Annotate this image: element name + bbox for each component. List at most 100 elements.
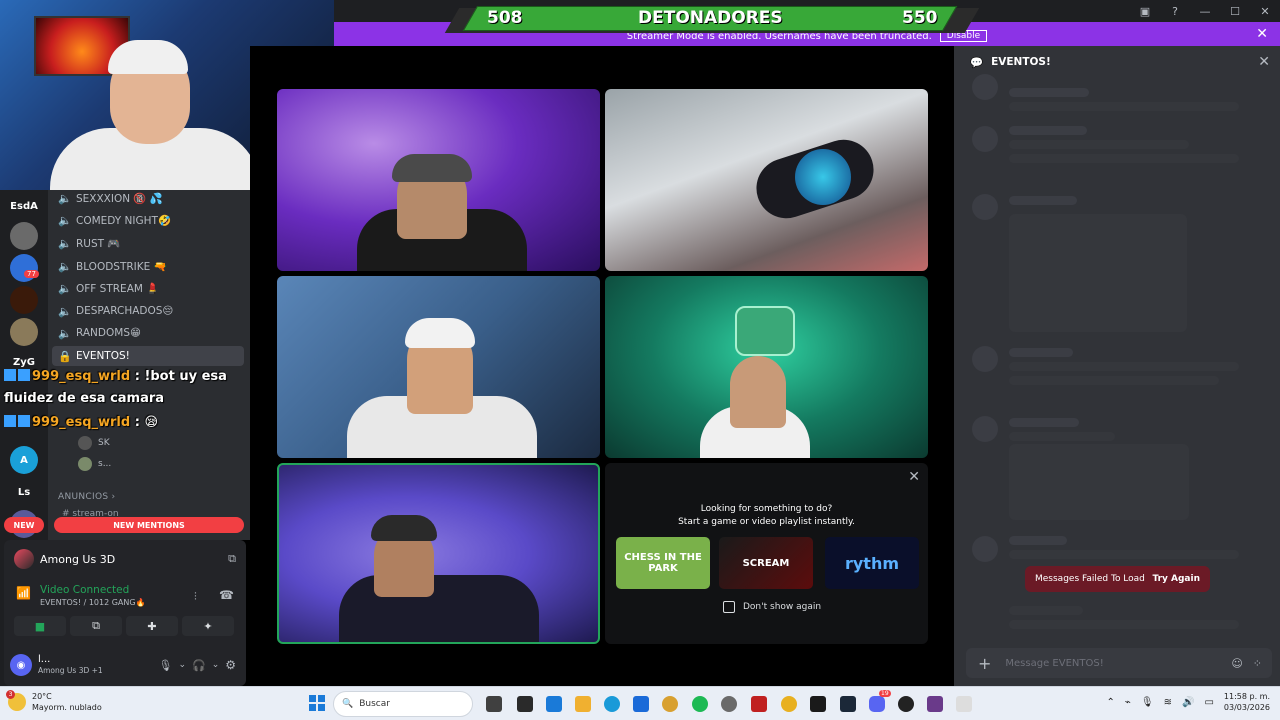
voice-panel: Among Us 3D ⧉ 📶 Video Connected EVENTOS!… bbox=[4, 540, 246, 686]
maximize-button[interactable]: ☐ bbox=[1220, 0, 1250, 22]
chat-message: fluidez de esa camara bbox=[4, 391, 164, 406]
game-card-rythm[interactable]: rythm bbox=[825, 537, 919, 589]
emoji-icon[interactable]: ☺ bbox=[1231, 657, 1242, 670]
network-icon[interactable]: ⌁ bbox=[1125, 697, 1131, 708]
mic-icon[interactable]: 🎙 bbox=[158, 659, 172, 672]
voice-member[interactable]: SK bbox=[78, 434, 110, 452]
badge-icon bbox=[18, 369, 30, 381]
guild-avatar-1[interactable] bbox=[10, 222, 38, 250]
wifi-icon[interactable]: ≋ bbox=[1164, 697, 1172, 708]
banner-close-icon[interactable]: ✕ bbox=[1256, 26, 1268, 42]
terminal-icon[interactable] bbox=[810, 696, 826, 712]
video-tile-3[interactable] bbox=[277, 276, 600, 458]
system-tray: ⌃ ⌁ 🎙 ≋ 🔊 ▭ 11:58 p. m. 03/03/2026 bbox=[1106, 691, 1270, 713]
activity-settings-icon[interactable]: ⧉ bbox=[228, 552, 236, 566]
channel-sexxxion[interactable]: 🔈 SEXXXION 🔞 💦 bbox=[58, 188, 163, 208]
app-icon[interactable] bbox=[956, 696, 972, 712]
discord-icon[interactable] bbox=[869, 696, 885, 712]
dont-show-checkbox[interactable]: Don't show again bbox=[723, 601, 821, 613]
spotify-icon[interactable] bbox=[692, 696, 708, 712]
voice-member[interactable]: s... bbox=[78, 455, 111, 473]
participant-cap bbox=[405, 318, 475, 348]
voice-member-name: s... bbox=[98, 459, 112, 469]
clock[interactable]: 11:58 p. m. 03/03/2026 bbox=[1224, 691, 1270, 713]
chat-username: 999_esq_wrld bbox=[32, 415, 131, 430]
noise-suppression-icon[interactable]: ⫶ bbox=[194, 590, 197, 604]
chevron-down-icon[interactable]: ⌄ bbox=[178, 660, 186, 670]
channel-randoms[interactable]: 🔈 RANDOMS😁 bbox=[58, 323, 141, 343]
disconnect-icon[interactable]: ☎ bbox=[219, 588, 234, 602]
activities-button[interactable]: ✚ bbox=[126, 616, 178, 636]
video-tile-5-speaking[interactable] bbox=[277, 463, 600, 644]
steam-icon[interactable] bbox=[840, 696, 856, 712]
user-info[interactable]: l... Among Us 3D +1 bbox=[38, 654, 103, 676]
screen-share-button[interactable]: ⧉ bbox=[70, 616, 122, 636]
game-card-chess[interactable]: CHESS IN THE PARK bbox=[616, 537, 710, 589]
battery-icon[interactable]: ▭ bbox=[1204, 697, 1213, 708]
chat-title: EVENTOS! bbox=[991, 56, 1051, 68]
channel-rust[interactable]: 🔈 RUST 🎮 bbox=[58, 233, 120, 253]
message-input[interactable]: + Message EVENTOS! ☺ ⁘ bbox=[966, 648, 1272, 678]
channel-bloodstrike[interactable]: 🔈 BLOODSTRIKE 🔫 bbox=[58, 256, 167, 276]
store-icon[interactable] bbox=[633, 696, 649, 712]
minimize-button[interactable]: — bbox=[1190, 0, 1220, 22]
guild-ls[interactable]: Ls bbox=[10, 478, 38, 506]
voice-channel-info[interactable]: EVENTOS! / 1012 GANG🔥 bbox=[40, 598, 146, 607]
video-tile-1[interactable] bbox=[277, 89, 600, 271]
gear-icon[interactable]: ⚙ bbox=[225, 658, 240, 672]
volume-icon[interactable]: 🔊 bbox=[1182, 697, 1194, 708]
guild-avatar-a[interactable]: A bbox=[10, 446, 38, 474]
soundboard-button[interactable]: ✦ bbox=[182, 616, 234, 636]
taskbar-search[interactable]: 🔍 Buscar bbox=[333, 691, 473, 717]
channel-off-stream[interactable]: 🔈 OFF STREAM 💄 bbox=[58, 278, 159, 298]
signal-icon: 📶 bbox=[16, 586, 31, 600]
close-icon[interactable]: ✕ bbox=[1258, 54, 1270, 70]
app-icon[interactable] bbox=[898, 696, 914, 712]
close-icon[interactable]: ✕ bbox=[908, 469, 920, 485]
channel-comedy-night[interactable]: 🔈 COMEDY NIGHT🤣 bbox=[58, 210, 171, 230]
weather-widget[interactable]: 3 20°C Mayorm. nublado bbox=[6, 690, 102, 713]
user-avatar[interactable]: ◉ bbox=[10, 654, 32, 676]
game-name: Among Us 3D bbox=[40, 552, 116, 566]
video-tile-2[interactable] bbox=[605, 89, 928, 271]
video-tile-4[interactable] bbox=[605, 276, 928, 458]
camera-button[interactable]: ■ bbox=[14, 616, 66, 636]
chevron-up-icon[interactable]: ⌃ bbox=[1106, 697, 1114, 708]
widgets-icon[interactable] bbox=[517, 696, 533, 712]
game-card-scream[interactable]: SCREAM bbox=[719, 537, 813, 589]
windows-start-icon[interactable] bbox=[309, 695, 325, 711]
new-mentions-pill[interactable]: NEW MENTIONS bbox=[54, 517, 244, 533]
chrome-icon[interactable] bbox=[662, 696, 678, 712]
try-again-button[interactable]: Try Again bbox=[1152, 574, 1200, 584]
task-view-icon[interactable] bbox=[486, 696, 502, 712]
settings-icon[interactable] bbox=[721, 696, 737, 712]
category-anuncios[interactable]: ANUNCIOS › bbox=[58, 492, 115, 502]
activity-game[interactable]: Among Us 3D ⧉ bbox=[14, 548, 236, 570]
chevron-down-icon[interactable]: ⌄ bbox=[212, 660, 220, 670]
coin-app-icon[interactable] bbox=[781, 696, 797, 712]
close-window-button[interactable]: ✕ bbox=[1250, 0, 1280, 22]
help-icon[interactable]: ? bbox=[1160, 0, 1190, 22]
voice-status: Video Connected bbox=[40, 584, 130, 596]
inbox-icon[interactable]: ▣ bbox=[1130, 0, 1160, 22]
chat-header: 💬 EVENTOS! bbox=[954, 46, 1280, 78]
app-icon[interactable] bbox=[927, 696, 943, 712]
edge-icon[interactable] bbox=[604, 696, 620, 712]
chat-bubble-icon: 💬 bbox=[970, 56, 984, 69]
skeleton-line bbox=[1009, 376, 1219, 385]
guild-esda[interactable]: EsdA bbox=[10, 192, 38, 220]
channel-desparchados[interactable]: 🔈 DESPARCHADOS😔 bbox=[58, 301, 173, 321]
mic-tray-icon[interactable]: 🎙 bbox=[1141, 697, 1154, 708]
snipping-icon[interactable] bbox=[546, 696, 562, 712]
message-placeholder: Message EVENTOS! bbox=[1005, 657, 1104, 669]
app-icon[interactable] bbox=[751, 696, 767, 712]
apps-icon[interactable]: ⁘ bbox=[1253, 657, 1262, 670]
speaker-icon: 🔈 bbox=[58, 326, 72, 340]
guild-avatar-4[interactable] bbox=[10, 318, 38, 346]
add-attachment-icon[interactable]: + bbox=[978, 654, 991, 673]
new-pill[interactable]: NEW bbox=[4, 517, 44, 533]
channel-eventos[interactable]: 🔒 EVENTOS! bbox=[58, 346, 130, 366]
guild-avatar-3[interactable] bbox=[10, 286, 38, 314]
folder-icon[interactable] bbox=[575, 696, 591, 712]
headphones-icon[interactable]: 🎧 bbox=[192, 659, 206, 672]
